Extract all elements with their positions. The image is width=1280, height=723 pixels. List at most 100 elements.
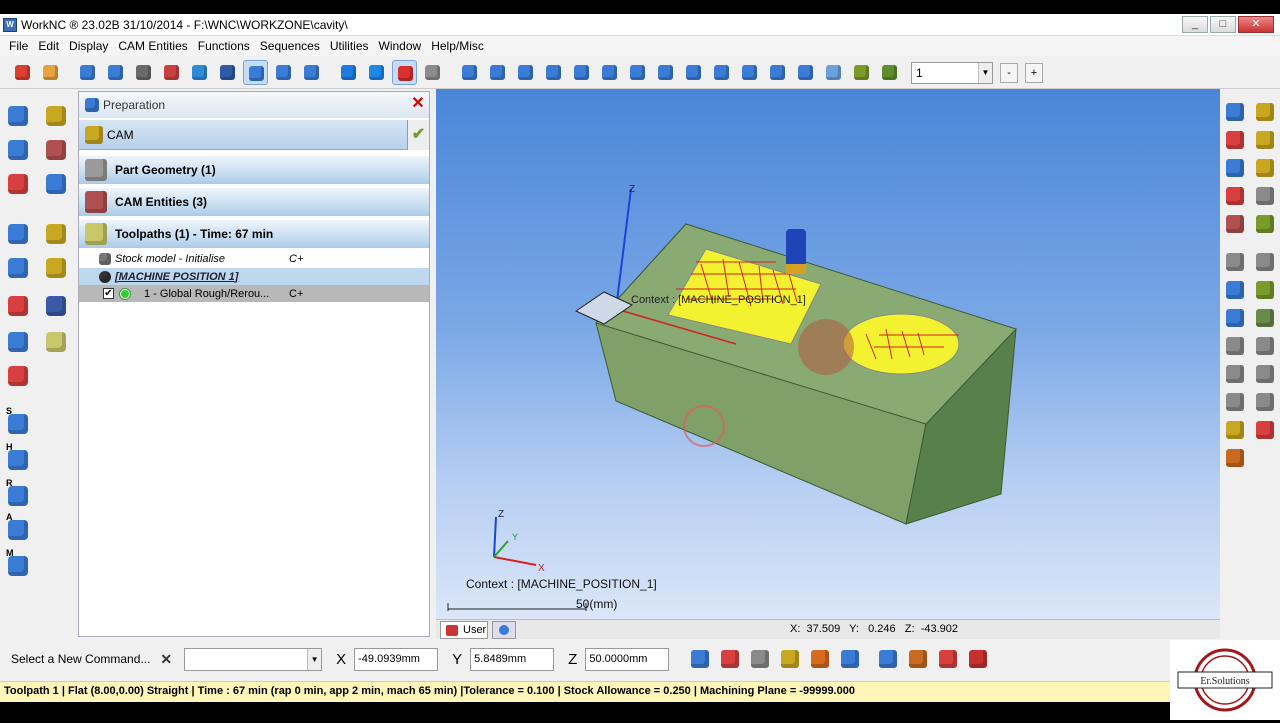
tool-simulate-icon[interactable]: [42, 292, 70, 320]
section-part-geometry[interactable]: Part Geometry (1): [79, 156, 429, 184]
rotate-icon[interactable]: [877, 60, 902, 85]
snap-line-icon[interactable]: [747, 646, 773, 672]
view-cube-icon[interactable]: [1222, 155, 1248, 181]
tool-r-icon[interactable]: R: [4, 478, 32, 510]
tool-stock-new-icon[interactable]: [4, 254, 32, 282]
report-icon[interactable]: [965, 646, 991, 672]
post-icon[interactable]: [935, 646, 961, 672]
open-folder-icon[interactable]: [38, 60, 63, 85]
save-as-icon[interactable]: [75, 60, 100, 85]
view-color-icon[interactable]: [485, 60, 510, 85]
chevron-down-icon[interactable]: ▼: [978, 62, 992, 83]
view-box-l-icon[interactable]: [681, 60, 706, 85]
menu-help-misc[interactable]: Help/Misc: [426, 39, 489, 53]
close-button[interactable]: ✕: [1238, 16, 1274, 33]
view-eraser-icon[interactable]: [1252, 249, 1278, 275]
maximize-button[interactable]: □: [1210, 16, 1236, 33]
view-tool-icon[interactable]: [1252, 333, 1278, 359]
view-sphere-icon[interactable]: [457, 60, 482, 85]
view-front-icon[interactable]: [420, 60, 445, 85]
view-solid-icon[interactable]: [1222, 305, 1248, 331]
view-box-z-icon[interactable]: [597, 60, 622, 85]
redo-icon[interactable]: [187, 60, 212, 85]
view-screen-icon[interactable]: [513, 60, 538, 85]
checkmark-icon[interactable]: ✔: [407, 120, 429, 150]
view-box-t-icon[interactable]: [625, 60, 650, 85]
menu-display[interactable]: Display: [64, 39, 113, 53]
view-path-icon[interactable]: [1252, 277, 1278, 303]
view-link-icon[interactable]: [1222, 249, 1248, 275]
tree-stock-model[interactable]: Stock model - Initialise C+: [79, 250, 429, 267]
undo-icon[interactable]: [159, 60, 184, 85]
zoom-window-icon[interactable]: [821, 60, 846, 85]
view-red-icon[interactable]: [1222, 127, 1248, 153]
snap-arc-icon[interactable]: [777, 646, 803, 672]
x-coordinate-field[interactable]: -49.0939mm: [354, 647, 439, 671]
pan-icon[interactable]: [849, 60, 874, 85]
snap-point-icon[interactable]: [717, 646, 743, 672]
info-icon[interactable]: [875, 646, 901, 672]
tool-edit-icon[interactable]: [42, 102, 70, 130]
view-lines-icon[interactable]: [1252, 155, 1278, 181]
cancel-command-button[interactable]: ✕: [160, 651, 172, 668]
view-box-b-icon[interactable]: [709, 60, 734, 85]
chevron-down-icon[interactable]: ▼: [307, 648, 322, 670]
tool-m-icon[interactable]: M: [4, 548, 32, 580]
user-tab[interactable]: User: [440, 621, 488, 639]
tool-toolpath-icon[interactable]: [42, 220, 70, 248]
pick-point-icon[interactable]: [687, 646, 713, 672]
tool-a-icon[interactable]: A: [4, 512, 32, 544]
section-toolpaths[interactable]: Toolpaths (1) - Time: 67 min: [79, 220, 429, 248]
view-iso2-icon[interactable]: [364, 60, 389, 85]
view-number-combo[interactable]: 1 ▼: [911, 61, 993, 84]
view-sheet2-icon[interactable]: [765, 60, 790, 85]
view-iso-icon[interactable]: [336, 60, 361, 85]
tree-machine-position[interactable]: [MACHINE POSITION 1]: [79, 268, 429, 285]
tool-layers-icon[interactable]: [42, 170, 70, 198]
view-box-y-icon[interactable]: [569, 60, 594, 85]
tool-stock-delete-icon[interactable]: [4, 292, 32, 320]
menu-functions[interactable]: Functions: [193, 39, 255, 53]
section-cam-entities[interactable]: CAM Entities (3): [79, 188, 429, 216]
tool-toolpath-new-icon[interactable]: [42, 254, 70, 282]
panel-icon[interactable]: [243, 60, 268, 85]
view-curve-icon[interactable]: [1252, 305, 1278, 331]
view-sheet-icon[interactable]: [737, 60, 762, 85]
3d-viewport[interactable]: Context : [MACHINE_POSITION_1] Z Z Y X C…: [436, 89, 1220, 619]
tool-part-icon[interactable]: [4, 136, 32, 164]
command-combo[interactable]: ▼: [184, 647, 323, 671]
close-panel-button[interactable]: ✕: [410, 96, 426, 112]
zoom-minus-button[interactable]: -: [1000, 62, 1018, 83]
tool-s-icon[interactable]: S: [4, 406, 32, 438]
new-file-icon[interactable]: [10, 60, 35, 85]
cube-view-tab[interactable]: [492, 621, 516, 639]
view-machine-icon[interactable]: [1222, 333, 1248, 359]
view-box-r-icon[interactable]: [653, 60, 678, 85]
tool-open-icon[interactable]: [4, 102, 32, 130]
view-filter-icon[interactable]: [1252, 99, 1278, 125]
menu-cam-entities[interactable]: CAM Entities: [113, 39, 192, 53]
machine-icon[interactable]: [905, 646, 931, 672]
view-arrows-icon[interactable]: [1252, 417, 1278, 443]
tool-stock-icon[interactable]: [4, 220, 32, 248]
print-icon[interactable]: [131, 60, 156, 85]
menu-edit[interactable]: Edit: [33, 39, 64, 53]
menu-sequences[interactable]: Sequences: [255, 39, 325, 53]
tool-contour-icon[interactable]: [4, 170, 32, 198]
tool-stock-edit-icon[interactable]: [4, 328, 32, 356]
view-drill-icon[interactable]: [1222, 417, 1248, 443]
view-entities-icon[interactable]: [1222, 211, 1248, 237]
tool-h-icon[interactable]: H: [4, 442, 32, 474]
menu-window[interactable]: Window: [374, 39, 427, 53]
view-shade-icon[interactable]: [1222, 183, 1248, 209]
cam-selector[interactable]: CAM ✔: [79, 120, 429, 150]
tool-toolpath-edit-icon[interactable]: [42, 328, 70, 356]
tool-select-icon[interactable]: [42, 136, 70, 164]
z-coordinate-field[interactable]: 50.0000mm: [585, 647, 670, 671]
y-coordinate-field[interactable]: 5.8489mm: [470, 647, 555, 671]
view-solid-icon[interactable]: [392, 60, 417, 85]
menu-utilities[interactable]: Utilities: [325, 39, 374, 53]
snap-curve-icon[interactable]: [807, 646, 833, 672]
view-blue-icon[interactable]: [1222, 277, 1248, 303]
view-head-icon[interactable]: [1252, 389, 1278, 415]
